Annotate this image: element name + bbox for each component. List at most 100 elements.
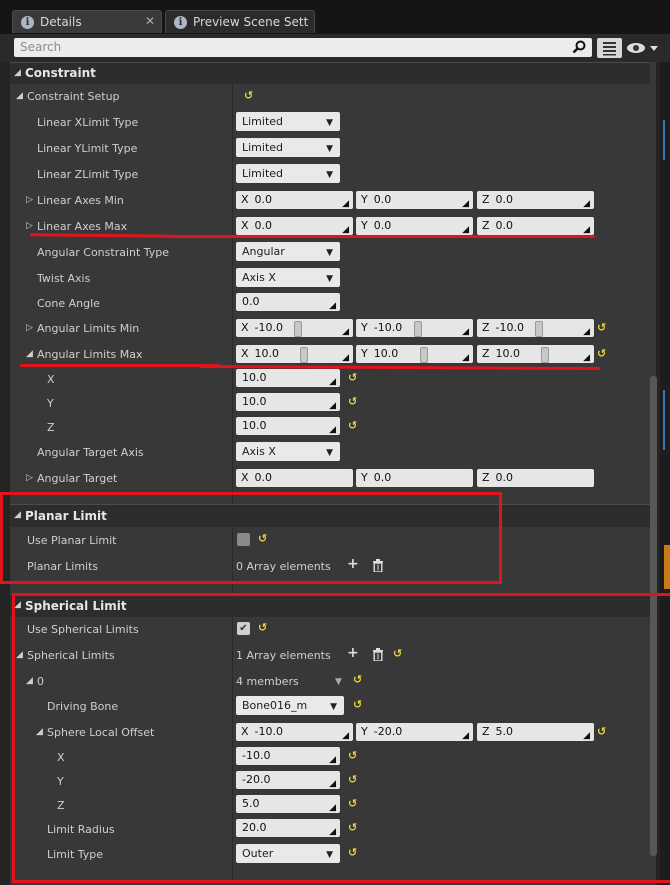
z-field[interactable]: Z 10.0 ◢ (477, 345, 594, 363)
y-field[interactable]: Y -10.0 ◢ (356, 319, 473, 337)
x-field[interactable]: X 0.0 ◢ (236, 217, 353, 235)
expand-arrow-icon[interactable]: ◢ (14, 68, 21, 78)
reset-arrow-icon[interactable]: ↺ (597, 347, 606, 360)
x-field[interactable]: X 0.0 ◢ (236, 191, 353, 209)
property-label: Angular Constraint Type (37, 246, 170, 259)
field-value: 0.0 (254, 193, 273, 206)
slider-handle[interactable] (294, 321, 302, 337)
chevron-down-icon: ▼ (326, 448, 333, 458)
z-field[interactable]: Z 0.0 (477, 469, 594, 487)
property-label: Linear YLimit Type (37, 142, 138, 155)
cone-angle-field[interactable]: 0.0 ◢ (236, 293, 340, 311)
row-angular-limits-min: ▷ Angular Limits Min X -10.0 ◢ Y -10.0 ◢ Z -1… (10, 316, 650, 342)
linear-x-type-dropdown[interactable]: Limited ▼ (236, 112, 340, 131)
x-field[interactable]: X -10.0 ◢ (236, 319, 353, 337)
field-value: 0.0 (495, 471, 514, 484)
category-title: Constraint (25, 66, 96, 80)
field-value: 0.0 (373, 471, 392, 484)
linear-y-type-dropdown[interactable]: Limited ▼ (236, 138, 340, 157)
resize-grip-icon: ◢ (329, 377, 336, 387)
angular-target-axis-dropdown[interactable]: Axis X ▼ (236, 442, 340, 461)
y-field[interactable]: Y 0.0 ◢ (356, 191, 473, 209)
annotation-box-planar (0, 492, 502, 584)
row-constraint-setup: ◢ Constraint Setup ↺ (10, 84, 650, 110)
search-icon[interactable] (572, 40, 586, 54)
property-label: Z (47, 421, 55, 434)
property-label: Angular Target Axis (37, 446, 144, 459)
row-linear-y-type: Linear YLimit Type Limited ▼ (10, 136, 650, 162)
z-field[interactable]: Z -10.0 ◢ (477, 319, 594, 337)
axis-label: Z (482, 471, 490, 484)
resize-grip-icon: ◢ (583, 353, 590, 363)
angular-constraint-type-dropdown[interactable]: Angular ▼ (236, 242, 340, 261)
dropdown-value: Limited (242, 141, 284, 154)
expand-arrow-icon[interactable]: ◢ (26, 349, 33, 359)
reset-arrow-icon[interactable]: ↺ (597, 321, 606, 334)
row-angular-target: ▷ Angular Target X 0.0 Y 0.0 Z 0.0 (10, 466, 650, 492)
slider-handle[interactable] (420, 347, 428, 363)
row-angular-constraint-type: Angular Constraint Type Angular ▼ (10, 240, 650, 266)
collapsed-arrow-icon[interactable]: ▷ (26, 473, 33, 483)
chevron-down-icon: ▼ (326, 144, 333, 154)
info-icon: i (174, 15, 187, 29)
slider-handle[interactable] (300, 347, 308, 363)
collapsed-arrow-icon[interactable]: ▷ (26, 323, 33, 333)
collapsed-arrow-icon[interactable]: ▷ (26, 221, 33, 231)
z-field[interactable]: Z 0.0 ◢ (477, 217, 594, 235)
x-field[interactable]: X 0.0 (236, 469, 353, 487)
angular-limits-max-x-field[interactable]: 10.0 ◢ (236, 369, 340, 387)
axis-label: X (241, 193, 249, 206)
chevron-down-icon: ▼ (326, 170, 333, 180)
y-field[interactable]: Y 0.0 ◢ (356, 217, 473, 235)
angular-limits-max-z-field[interactable]: 10.0 ◢ (236, 417, 340, 435)
dropdown-value: Limited (242, 167, 284, 180)
expand-arrow-icon[interactable]: ◢ (16, 91, 23, 101)
reset-arrow-icon[interactable]: ↺ (244, 89, 253, 102)
row-cone-angle: Cone Angle 0.0 ◢ (10, 291, 650, 317)
search-placeholder: Search (20, 40, 62, 54)
axis-label: Z (482, 193, 490, 206)
reset-arrow-icon[interactable]: ↺ (348, 395, 357, 408)
tab-preview-scene-settings[interactable]: i Preview Scene Sett (165, 10, 315, 33)
row-linear-z-type: Linear ZLimit Type Limited ▼ (10, 162, 650, 188)
linear-z-type-dropdown[interactable]: Limited ▼ (236, 164, 340, 183)
property-label: Linear ZLimit Type (37, 168, 139, 181)
reset-arrow-icon[interactable]: ↺ (348, 371, 357, 384)
field-value: 10.0 (242, 395, 267, 408)
resize-grip-icon: ◢ (462, 353, 469, 363)
axis-label: X (241, 321, 249, 334)
close-icon[interactable]: ✕ (145, 14, 155, 28)
edge-orange-marker (664, 545, 670, 589)
search-input[interactable]: Search (14, 38, 592, 57)
category-constraint[interactable]: ◢ Constraint (10, 62, 650, 84)
axis-label: Z (482, 347, 490, 360)
axis-label: Y (361, 471, 368, 484)
axis-label: X (241, 219, 249, 232)
eye-icon (627, 43, 658, 53)
row-linear-axes-min: ▷ Linear Axes Min X 0.0 ◢ Y 0.0 ◢ Z 0.0 ◢ (10, 188, 650, 214)
property-label: Linear Axes Min (37, 194, 124, 207)
axis-label: Y (361, 347, 368, 360)
slider-handle[interactable] (541, 347, 549, 363)
y-field[interactable]: Y 0.0 (356, 469, 473, 487)
field-value: 0.0 (254, 219, 273, 232)
info-icon: i (21, 15, 34, 29)
slider-handle[interactable] (535, 321, 543, 337)
view-options-grid-button[interactable] (597, 38, 622, 58)
reset-arrow-icon[interactable]: ↺ (348, 419, 357, 432)
y-field[interactable]: Y 10.0 ◢ (356, 345, 473, 363)
property-label: Constraint Setup (27, 90, 120, 103)
slider-handle[interactable] (414, 321, 422, 337)
visibility-eye-button[interactable] (626, 40, 660, 56)
resize-grip-icon: ◢ (329, 301, 336, 311)
x-field[interactable]: X 10.0 ◢ (236, 345, 353, 363)
resize-grip-icon: ◢ (462, 199, 469, 209)
twist-axis-dropdown[interactable]: Axis X ▼ (236, 268, 340, 287)
tab-details[interactable]: i Details ✕ (12, 10, 162, 33)
z-field[interactable]: Z 0.0 ◢ (477, 191, 594, 209)
field-value: 10.0 (254, 347, 280, 360)
property-label: Angular Limits Min (37, 322, 140, 335)
field-value: -10.0 (254, 321, 284, 334)
angular-limits-max-y-field[interactable]: 10.0 ◢ (236, 393, 340, 411)
collapsed-arrow-icon[interactable]: ▷ (26, 195, 33, 205)
